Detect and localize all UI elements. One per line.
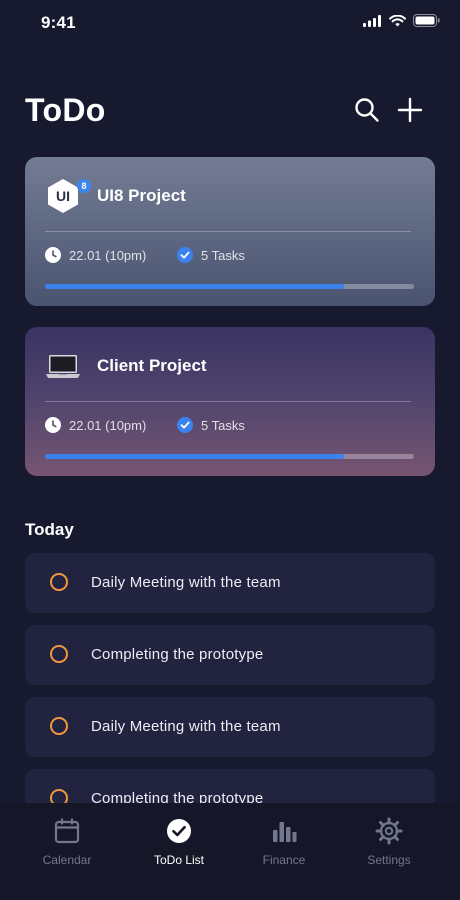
task-checkbox[interactable]: [50, 573, 68, 591]
notification-badge: 8: [77, 179, 91, 193]
calendar-icon: [12, 817, 122, 845]
progress-fill: [45, 454, 344, 459]
laptop-icon: [45, 348, 81, 384]
tab-label: ToDo List: [153, 853, 205, 867]
project-task-count: 5 Tasks: [177, 417, 245, 433]
signal-icon: [363, 14, 382, 32]
ui8-logo-text: UI: [56, 188, 70, 204]
task-checkbox[interactable]: [50, 717, 68, 735]
task-label: Daily Meeting with the team: [91, 574, 281, 591]
task-checkbox[interactable]: [50, 645, 68, 663]
project-task-count: 5 Tasks: [177, 247, 245, 263]
add-button[interactable]: [396, 96, 424, 124]
task-item[interactable]: Completing the prototype: [25, 625, 435, 685]
project-date-text: 22.01 (10pm): [69, 247, 147, 263]
tab-calendar[interactable]: Calendar: [12, 817, 122, 867]
plus-icon: [397, 97, 423, 123]
check-badge-icon: [177, 247, 193, 263]
card-divider: [45, 231, 411, 232]
task-label: Daily Meeting with the team: [91, 718, 281, 735]
task-label: Completing the prototype: [91, 646, 264, 663]
search-icon: [355, 98, 379, 122]
tab-settings[interactable]: Settings: [334, 817, 444, 867]
check-circle-icon: [124, 817, 234, 845]
project-card-client[interactable]: Client Project 22.01 (10pm) 5 Tasks: [25, 327, 435, 476]
bar-chart-icon: [229, 817, 339, 845]
task-item[interactable]: Daily Meeting with the team: [25, 697, 435, 757]
wifi-icon: [389, 14, 406, 32]
page-title: ToDo: [25, 92, 106, 128]
tab-finance[interactable]: Finance: [229, 817, 339, 867]
progress-bar: [45, 284, 414, 289]
ui8-logo-icon: UI: [45, 178, 81, 214]
tab-label: Finance: [262, 853, 306, 867]
project-date-text: 22.01 (10pm): [69, 417, 147, 433]
tab-label: Calendar: [42, 853, 92, 867]
project-date: 22.01 (10pm): [45, 247, 146, 263]
project-task-count-text: 5 Tasks: [201, 417, 245, 433]
section-title-today: Today: [25, 520, 74, 539]
status-icons: [363, 14, 440, 32]
battery-icon: [413, 14, 440, 32]
search-button[interactable]: [353, 96, 381, 124]
tab-bar: Calendar ToDo List Finance Settings: [0, 803, 460, 900]
project-card-ui8[interactable]: UI 8 UI8 Project 22.01 (10pm) 5 Tasks: [25, 157, 435, 306]
project-name: Client Project: [97, 356, 207, 375]
tab-label: Settings: [367, 853, 411, 867]
status-bar: 9:41: [0, 0, 460, 46]
gear-icon: [334, 817, 444, 845]
clock-icon: [45, 417, 61, 433]
project-name: UI8 Project: [97, 186, 186, 205]
check-badge-icon: [177, 417, 193, 433]
clock-icon: [45, 247, 61, 263]
progress-bar: [45, 454, 414, 459]
tab-todo-list[interactable]: ToDo List: [124, 817, 234, 867]
status-time: 9:41: [41, 13, 76, 32]
progress-fill: [45, 284, 344, 289]
card-divider: [45, 401, 411, 402]
task-item[interactable]: Daily Meeting with the team: [25, 553, 435, 613]
project-date: 22.01 (10pm): [45, 417, 146, 433]
header: ToDo: [25, 88, 435, 132]
project-task-count-text: 5 Tasks: [201, 247, 245, 263]
